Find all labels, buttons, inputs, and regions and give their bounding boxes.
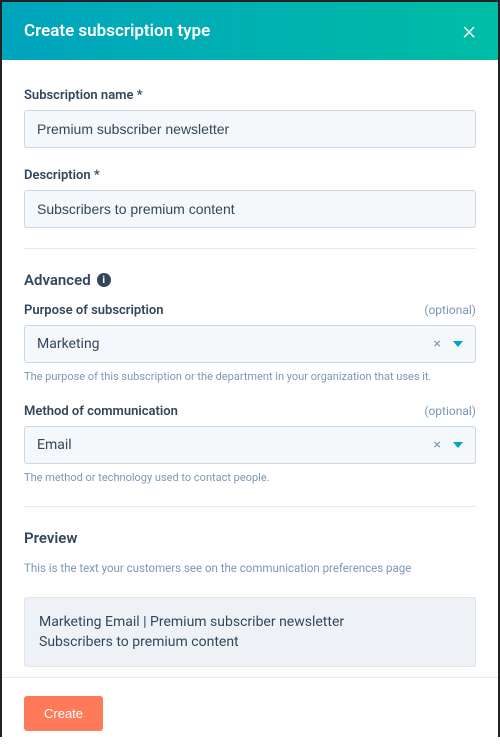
- method-select[interactable]: Email ×: [24, 426, 476, 464]
- modal-title: Create subscription type: [24, 21, 210, 41]
- divider: [24, 248, 476, 249]
- method-optional: (optional): [424, 404, 476, 418]
- method-label-row: Method of communication (optional): [24, 404, 476, 419]
- preview-line-2: Subscribers to premium content: [39, 632, 461, 652]
- modal-header: Create subscription type ×: [2, 2, 498, 60]
- subscription-name-input[interactable]: [24, 110, 476, 148]
- purpose-help: The purpose of this subscription or the …: [24, 369, 476, 384]
- advanced-title-text: Advanced: [24, 271, 91, 289]
- preview-line-1: Marketing Email | Premium subscriber new…: [39, 612, 461, 632]
- preview-description: This is the text your customers see on t…: [24, 561, 476, 575]
- chevron-down-icon[interactable]: [447, 341, 475, 347]
- purpose-value: Marketing: [25, 326, 428, 362]
- preview-title-text: Preview: [24, 529, 77, 547]
- field-description: Description *: [24, 168, 476, 228]
- subscription-name-label: Subscription name *: [24, 88, 476, 103]
- purpose-label-row: Purpose of subscription (optional): [24, 303, 476, 318]
- method-label: Method of communication: [24, 404, 178, 419]
- clear-icon[interactable]: ×: [428, 437, 447, 453]
- description-label: Description *: [24, 168, 476, 183]
- clear-icon[interactable]: ×: [428, 336, 447, 352]
- info-icon[interactable]: i: [97, 273, 111, 287]
- purpose-optional: (optional): [424, 303, 476, 317]
- close-icon[interactable]: ×: [462, 18, 476, 44]
- preview-heading: Preview: [24, 529, 476, 547]
- field-subscription-name: Subscription name *: [24, 88, 476, 148]
- preview-box: Marketing Email | Premium subscriber new…: [24, 597, 476, 668]
- create-button[interactable]: Create: [24, 696, 103, 731]
- field-purpose: Purpose of subscription (optional) Marke…: [24, 303, 476, 384]
- description-input[interactable]: [24, 190, 476, 228]
- modal-body: Subscription name * Description * Advanc…: [2, 60, 498, 677]
- chevron-down-icon[interactable]: [447, 442, 475, 448]
- advanced-heading: Advanced i: [24, 271, 476, 289]
- purpose-label: Purpose of subscription: [24, 303, 164, 318]
- divider: [24, 506, 476, 507]
- modal-footer: Create: [2, 677, 498, 749]
- method-help: The method or technology used to contact…: [24, 470, 476, 485]
- method-value: Email: [25, 427, 428, 463]
- purpose-select[interactable]: Marketing ×: [24, 325, 476, 363]
- field-method: Method of communication (optional) Email…: [24, 404, 476, 485]
